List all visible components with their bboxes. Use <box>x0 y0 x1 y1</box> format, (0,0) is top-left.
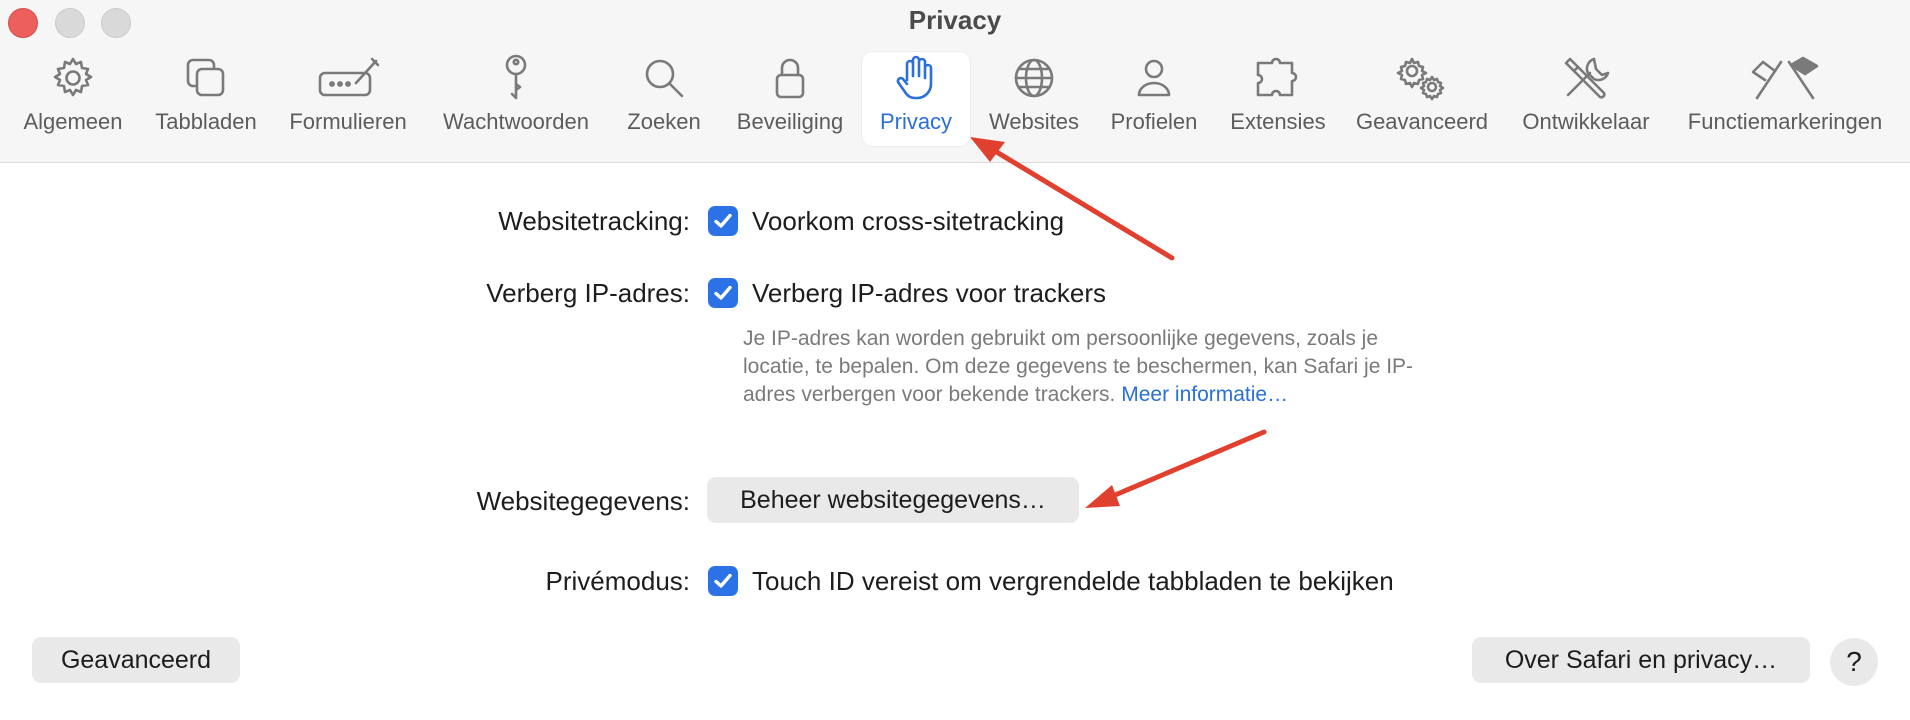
arrow-to-manage-button <box>1085 429 1267 508</box>
arrow-to-privacy-tab <box>970 137 1175 261</box>
safari-settings-window: Privacy Algemeen Tabbladen Formulieren W… <box>0 0 1910 720</box>
annotation-arrows <box>970 137 1267 508</box>
